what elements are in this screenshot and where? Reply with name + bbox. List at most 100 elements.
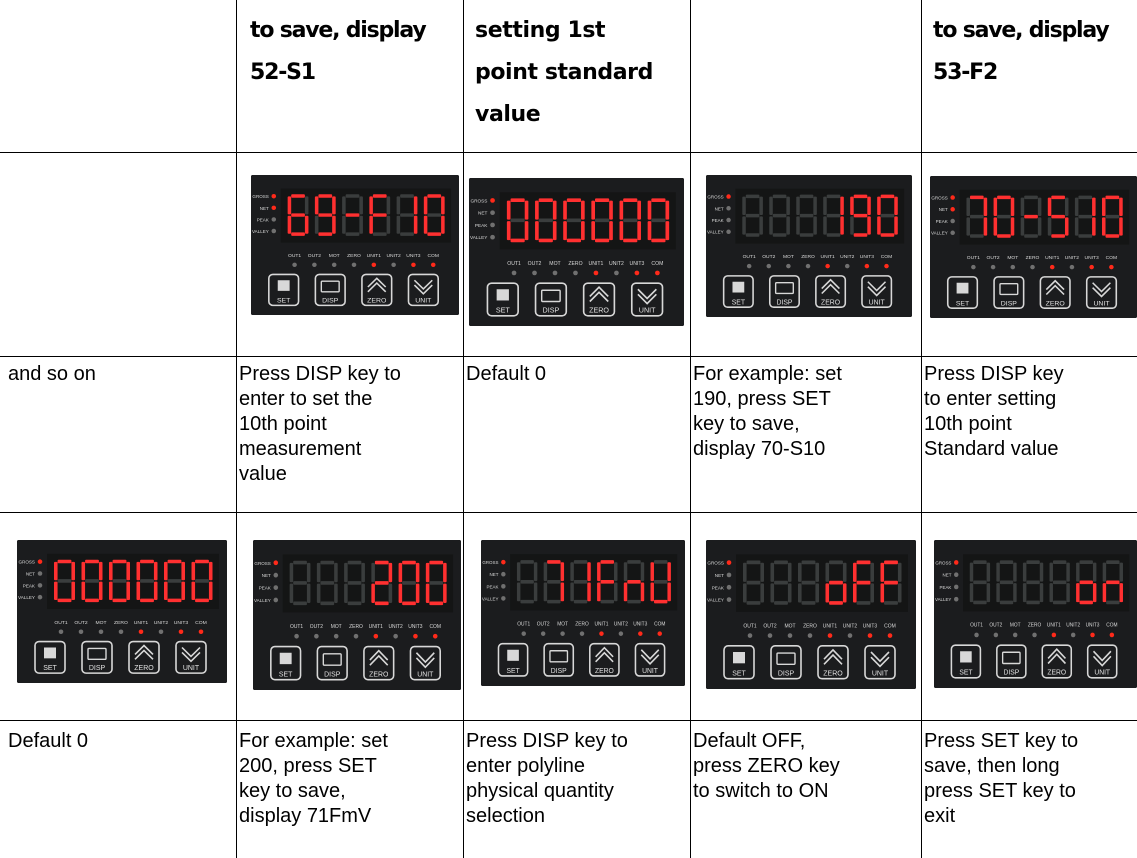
digit-segment (510, 198, 525, 203)
meter-display: GROSS NET PEAK VALLEY OUT1 OUT2 MOT ZERO UNIT1 UN… (934, 540, 1137, 688)
digit-segment (650, 562, 654, 582)
digit-segment (314, 196, 319, 215)
digit-segment (320, 601, 335, 606)
key-label: SET (279, 670, 293, 678)
digit-segment (581, 200, 585, 220)
digit-segment (543, 562, 548, 582)
key-label: ZERO (134, 665, 154, 672)
digit-segment (347, 601, 362, 606)
digit-segment (208, 561, 213, 581)
digit-segment (770, 583, 775, 603)
grid-line (236, 0, 237, 858)
indicator-label: GROSS (252, 194, 268, 199)
digit-segment (524, 221, 529, 241)
led-off-indicator (273, 597, 279, 603)
led-on-indicator (413, 633, 418, 639)
led-off-indicator (560, 631, 565, 636)
digit-segment (597, 582, 601, 602)
key-label: DISP (89, 665, 106, 672)
digit-segment (57, 559, 72, 564)
digit-segment (829, 580, 843, 585)
key-label: UNIT (1094, 670, 1110, 677)
digit-segment (1092, 217, 1096, 236)
led-off-indicator (747, 633, 753, 638)
digit-segment (853, 583, 857, 603)
status-label: COM (1106, 623, 1117, 629)
digit-segment (856, 580, 871, 585)
led-off-indicator (552, 270, 558, 276)
led-off-indicator (490, 222, 495, 228)
led-off-indicator (954, 572, 959, 578)
digit-segment (396, 215, 401, 234)
digit-segment (1051, 234, 1065, 238)
digit-segment (856, 560, 871, 565)
digit-segment (136, 581, 141, 601)
led-off-indicator (540, 631, 546, 636)
status-label: UNIT1 (1047, 623, 1061, 629)
digit-segment (823, 196, 827, 215)
digit-segment (57, 579, 72, 583)
led-off-indicator (521, 631, 526, 636)
status-label: UNIT1 (369, 624, 383, 630)
digit-segment (894, 216, 898, 235)
grid-line (921, 0, 922, 858)
digit-segment (293, 601, 307, 606)
meter-display: GROSS NET PEAK VALLEY OUT1 OUT2 MOT ZERO UNIT1 UN… (930, 176, 1137, 318)
status-label: UNIT3 (630, 261, 645, 267)
key-label: SET (959, 670, 973, 677)
led-on-indicator (271, 194, 277, 199)
led-off-indicator (726, 584, 732, 590)
led-on-indicator (655, 270, 660, 276)
led-off-indicator (1069, 264, 1075, 270)
led-off-indicator (807, 633, 813, 638)
meter-photo: GROSS NET PEAK VALLEY OUT1 OUT2 MOT ZERO UNIT1 UN… (17, 540, 227, 683)
digit-segment (81, 561, 86, 581)
indicator-label: VALLEY (254, 598, 271, 603)
digit-segment (842, 562, 847, 582)
digit-segment (591, 200, 596, 220)
digit-segment (772, 213, 787, 218)
digit-segment (398, 583, 403, 603)
digit-segment (1106, 580, 1120, 585)
digit-segment (400, 194, 414, 198)
indicator-label: GROSS (254, 561, 270, 566)
digit-segment (429, 601, 444, 606)
digit-segment (623, 562, 628, 582)
status-label: ZERO (114, 620, 128, 626)
indicator-label: NET (478, 211, 488, 216)
digit-segment (289, 562, 294, 583)
digit-segment (627, 599, 641, 604)
set-key-icon (277, 280, 290, 291)
digit-segment (993, 217, 998, 236)
led-on-indicator (501, 559, 506, 565)
digit-segment (85, 579, 99, 583)
digit-segment (825, 583, 830, 603)
description-cell: Press DISP key to enter polyline physica… (466, 730, 628, 827)
led-off-indicator (726, 217, 731, 223)
digit-segment (425, 583, 430, 603)
status-label: OUT2 (987, 255, 1000, 261)
digit-segment (195, 559, 209, 564)
led-on-indicator (271, 205, 277, 211)
digit-segment (191, 561, 196, 581)
digit-segment (867, 216, 871, 235)
status-label: OUT1 (288, 253, 301, 259)
digit-segment (533, 562, 538, 582)
status-label: COM (195, 620, 207, 626)
status-label: MOT (784, 623, 795, 629)
digit-segment (164, 561, 168, 581)
description-cell: Default 0 (8, 730, 89, 752)
led-off-indicator (1010, 264, 1016, 270)
led-off-indicator (118, 629, 124, 634)
status-label: OUT2 (308, 253, 321, 259)
digit-segment (609, 200, 613, 220)
digit-segment (429, 581, 444, 585)
digit-segment (637, 200, 641, 220)
indicator-label: PEAK (259, 586, 272, 591)
status-label: COM (651, 261, 663, 267)
digit-segment (570, 562, 574, 582)
digit-segment (969, 583, 974, 603)
led-on-indicator (1089, 264, 1094, 270)
status-label: OUT1 (970, 623, 983, 629)
digit-segment (516, 562, 521, 582)
